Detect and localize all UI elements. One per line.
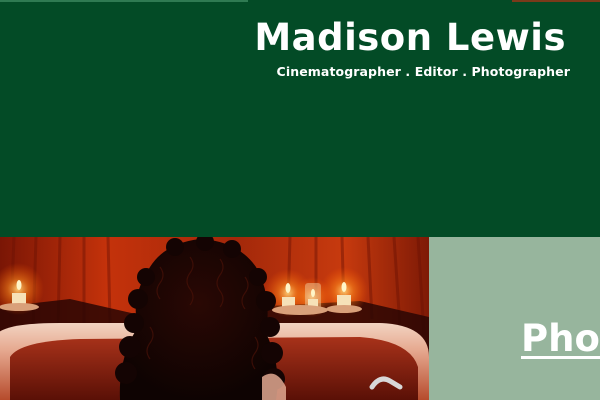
side-panel: Photography: [429, 237, 600, 400]
header-accent-line: [512, 0, 600, 2]
featured-photo[interactable]: [0, 237, 429, 400]
header-accent-line: [0, 0, 248, 2]
photography-link[interactable]: Photography: [521, 318, 600, 360]
site-tagline: Cinematographer . Editor . Photographer: [276, 64, 570, 79]
bathtub-candles-image: [0, 237, 429, 400]
site-title[interactable]: Madison Lewis: [254, 17, 566, 59]
site-header: Madison Lewis Cinematographer . Editor .…: [0, 0, 600, 237]
